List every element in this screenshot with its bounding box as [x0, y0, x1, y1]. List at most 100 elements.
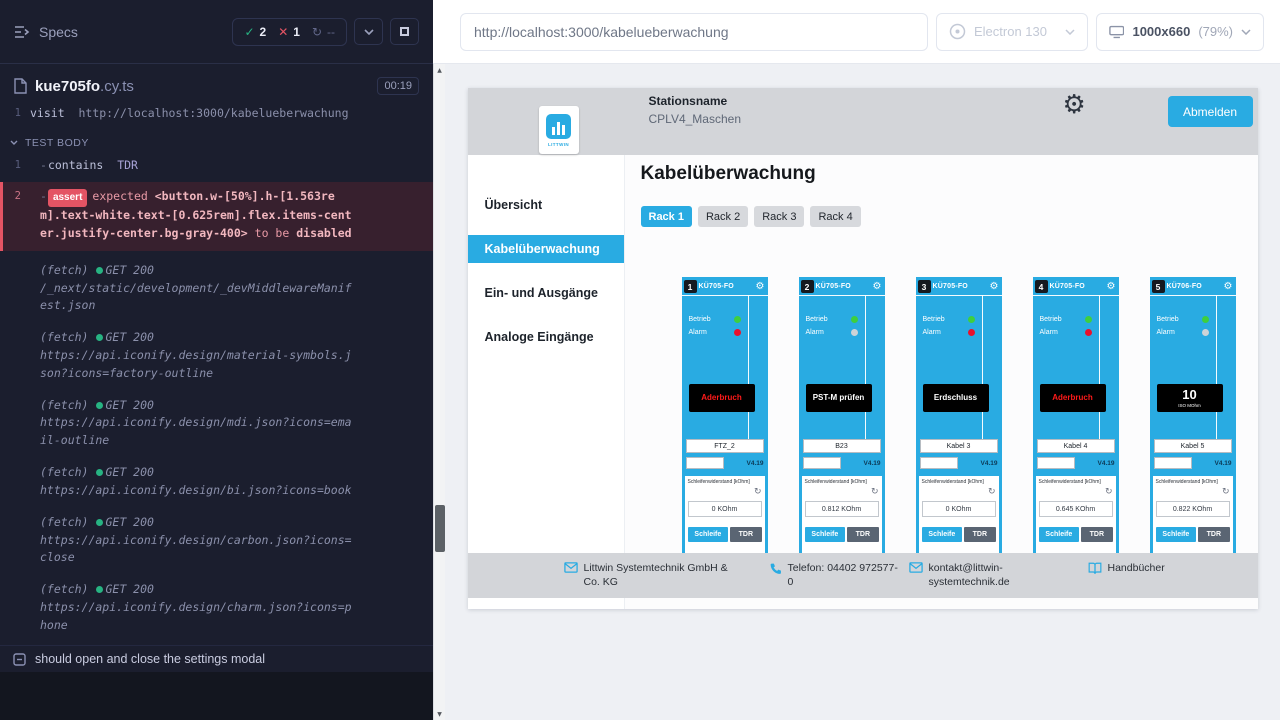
success-dot-icon [96, 469, 103, 476]
footer-company: Littwin Systemtechnik GmbH & Co. KG [564, 561, 744, 589]
firmware-version: V4.19 [864, 460, 881, 467]
device-gear-icon[interactable]: ⚙ [990, 282, 999, 292]
schleife-button[interactable]: Schleife [805, 527, 846, 542]
aut-iframe: LITTWIN Stationsname CPLV4_Maschen ⚙ Abm… [468, 88, 1258, 609]
device-gear-icon[interactable]: ⚙ [873, 282, 882, 292]
cable-name-field[interactable]: Kabel 3 [920, 439, 998, 453]
collapsed-test-row[interactable]: should open and close the settings modal [0, 645, 433, 672]
logout-button[interactable]: Abmelden [1168, 96, 1253, 127]
aux-field [920, 457, 958, 469]
collapsed-test-title: should open and close the settings modal [35, 652, 265, 666]
stop-run-button[interactable] [390, 18, 419, 45]
device-model: KÜ705-FO [1050, 283, 1085, 290]
browser-selector[interactable]: Electron 130 [936, 13, 1088, 51]
chevron-down-icon [1241, 29, 1251, 35]
schleife-button[interactable]: Schleife [1156, 527, 1197, 542]
tab-rack-2[interactable]: Rack 2 [698, 206, 748, 227]
fetch-status: GET 200 [105, 398, 153, 412]
command-visit[interactable]: 1 visit http://localhost:3000/kabelueber… [0, 108, 433, 126]
refresh-icon[interactable]: ↻ [1222, 488, 1230, 497]
scroll-down-button[interactable]: ▼ [434, 708, 445, 720]
sidebar-item-uebersicht[interactable]: Übersicht [468, 191, 624, 219]
device-model: KÜ705-FO [699, 283, 734, 290]
device-cards: 1 KÜ705-FO ⚙ Betrieb Alarm [682, 277, 1258, 587]
tdr-button[interactable]: TDR [964, 527, 995, 542]
tdr-button[interactable]: TDR [730, 527, 761, 542]
command-contains[interactable]: 1 contains TDR [0, 154, 433, 178]
refresh-icon[interactable]: ↻ [1105, 488, 1113, 497]
device-card: 5 KÜ706-FO ⚙ Betrieb Alarm [1150, 277, 1236, 587]
tdr-button[interactable]: TDR [1081, 527, 1112, 542]
sidebar-item-ein-und-ausgaenge[interactable]: Ein- und Ausgänge [468, 279, 624, 307]
betrieb-led [1085, 316, 1092, 323]
scrollbar-corner [433, 0, 445, 64]
fetch-status: GET 200 [105, 465, 153, 479]
viewport-selector[interactable]: 1000x660 (79%) [1096, 13, 1264, 51]
divider [682, 295, 768, 296]
line-number: 1 [0, 108, 30, 119]
cable-name-field[interactable]: FTZ_2 [686, 439, 764, 453]
specs-menu-button[interactable]: Specs [14, 24, 78, 40]
tab-rack-3[interactable]: Rack 3 [754, 206, 804, 227]
fetch-label: (fetch) [40, 515, 88, 529]
aux-field [686, 457, 724, 469]
url-text: http://localhost:3000/kabelueberwachung [474, 24, 729, 40]
divider [1099, 295, 1100, 439]
cable-name-field[interactable]: Kabel 4 [1037, 439, 1115, 453]
spec-file-icon [14, 78, 27, 94]
footer-phone: Telefon: 04402 972577-0 [769, 561, 900, 589]
schleife-button[interactable]: Schleife [1039, 527, 1080, 542]
run-controls: ✓ 2 ✕ 1 ↻ -- [232, 18, 419, 46]
sidebar-item-kabelueberwachung[interactable]: Kabelüberwachung [468, 235, 624, 263]
alarm-label: Alarm [1040, 329, 1058, 336]
command-dash [40, 158, 48, 172]
device-gear-icon[interactable]: ⚙ [1224, 282, 1233, 292]
chevron-down-icon [364, 29, 374, 35]
betrieb-label: Betrieb [1040, 316, 1062, 323]
schleife-button[interactable]: Schleife [688, 527, 729, 542]
phone-number[interactable]: Telefon: 04402 972577-0 [788, 561, 900, 589]
failed-icon: ✕ [278, 26, 288, 38]
email-address[interactable]: kontakt@littwin-systemtechnik.de [929, 561, 1019, 589]
success-dot-icon [96, 334, 103, 341]
device-gear-icon[interactable]: ⚙ [1107, 282, 1116, 292]
scrollbar[interactable]: ▲ ▼ [433, 64, 445, 720]
tdr-button[interactable]: TDR [1198, 527, 1229, 542]
settings-gear-icon[interactable]: ⚙ [1063, 90, 1086, 120]
rack-tabs: Rack 1 Rack 2 Rack 3 Rack 4 [641, 206, 1258, 227]
cable-name-field[interactable]: B23 [803, 439, 881, 453]
specs-label: Specs [39, 24, 78, 40]
divider [1216, 295, 1217, 439]
fetch-url: https://api.iconify.design/carbon.json?i… [40, 532, 355, 568]
manuals-link[interactable]: Handbücher [1108, 561, 1165, 575]
refresh-icon[interactable]: ↻ [754, 488, 762, 497]
resistance-value: 0 KOhm [922, 501, 996, 517]
divider [1033, 295, 1119, 296]
tdr-button[interactable]: TDR [847, 527, 878, 542]
alarm-led [851, 329, 858, 336]
tab-rack-1[interactable]: Rack 1 [641, 206, 692, 227]
tab-rack-4[interactable]: Rack 4 [810, 206, 860, 227]
refresh-icon[interactable]: ↻ [871, 488, 879, 497]
schleife-button[interactable]: Schleife [922, 527, 963, 542]
scroll-up-button[interactable]: ▲ [434, 64, 445, 76]
cable-name-field[interactable]: Kabel 5 [1154, 439, 1232, 453]
test-body-section-header[interactable]: TEST BODY [0, 126, 433, 154]
device-gear-icon[interactable]: ⚙ [756, 282, 765, 292]
book-icon [1088, 562, 1102, 575]
runner-right-pane: http://localhost:3000/kabelueberwachung … [445, 0, 1280, 720]
footer-manuals: Handbücher [1088, 561, 1165, 575]
command-assert-failed[interactable]: 2 assertexpected <button.w-[50%].h-[1.56… [0, 182, 433, 251]
email-icon [909, 562, 923, 573]
scrollbar-thumb[interactable] [435, 505, 445, 552]
sidebar-item-analoge-eingaenge[interactable]: Analoge Eingänge [468, 323, 624, 351]
passed-count: 2 [260, 25, 267, 39]
firmware-version: V4.19 [1098, 460, 1115, 467]
collapse-tests-button[interactable] [354, 18, 383, 45]
url-input[interactable]: http://localhost:3000/kabelueberwachung [460, 13, 928, 51]
station-info: Stationsname CPLV4_Maschen [649, 94, 742, 126]
refresh-icon[interactable]: ↻ [988, 488, 996, 497]
slot-number-badge: 2 [801, 280, 814, 293]
spec-filename: kue705fo.cy.ts [35, 78, 134, 95]
betrieb-label: Betrieb [689, 316, 711, 323]
